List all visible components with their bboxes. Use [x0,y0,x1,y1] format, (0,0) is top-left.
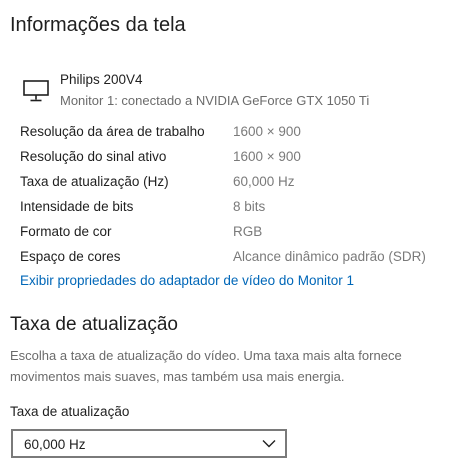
info-label: Resolução da área de trabalho [20,124,205,139]
info-row-bit-depth: Intensidade de bits 8 bits [20,197,445,222]
refresh-rate-selected-value: 60,000 Hz [24,437,86,452]
adapter-properties-link[interactable]: Exibir propriedades do adaptador de víde… [20,273,354,288]
monitor-connection: Monitor 1: conectado a NVIDIA GeForce GT… [60,93,370,108]
page-title: Informações da tela [10,14,186,36]
info-value: 1600 × 900 [233,124,301,139]
refresh-rate-field-label: Taxa de atualização [10,404,130,419]
info-value: RGB [233,224,263,239]
refresh-rate-section-title: Taxa de atualização [10,314,178,335]
display-info-table: Resolução da área de trabalho 1600 × 900… [20,122,445,272]
chevron-down-icon [262,440,276,448]
info-row-refresh-rate: Taxa de atualização (Hz) 60,000 Hz [20,172,445,197]
info-label: Taxa de atualização (Hz) [20,174,169,189]
monitor-icon [23,80,49,102]
refresh-rate-description: Escolha a taxa de atualização do vídeo. … [10,348,402,384]
info-label: Formato de cor [20,224,112,239]
info-row-color-format: Formato de cor RGB [20,222,445,247]
info-row-color-space: Espaço de cores Alcance dinâmico padrão … [20,247,445,272]
info-label: Intensidade de bits [20,199,134,214]
info-value: 1600 × 900 [233,149,301,164]
monitor-summary: Philips 200V4 Monitor 1: conectado a NVI… [20,70,440,112]
monitor-name: Philips 200V4 [60,72,143,87]
info-value: 60,000 Hz [233,174,295,189]
info-label: Resolução do sinal ativo [20,149,167,164]
info-value: Alcance dinâmico padrão (SDR) [233,249,426,264]
info-label: Espaço de cores [20,249,121,264]
refresh-rate-dropdown[interactable]: 60,000 Hz [11,429,287,458]
info-row-signal-resolution: Resolução do sinal ativo 1600 × 900 [20,147,445,172]
info-row-desktop-resolution: Resolução da área de trabalho 1600 × 900 [20,122,445,147]
info-value: 8 bits [233,199,266,214]
